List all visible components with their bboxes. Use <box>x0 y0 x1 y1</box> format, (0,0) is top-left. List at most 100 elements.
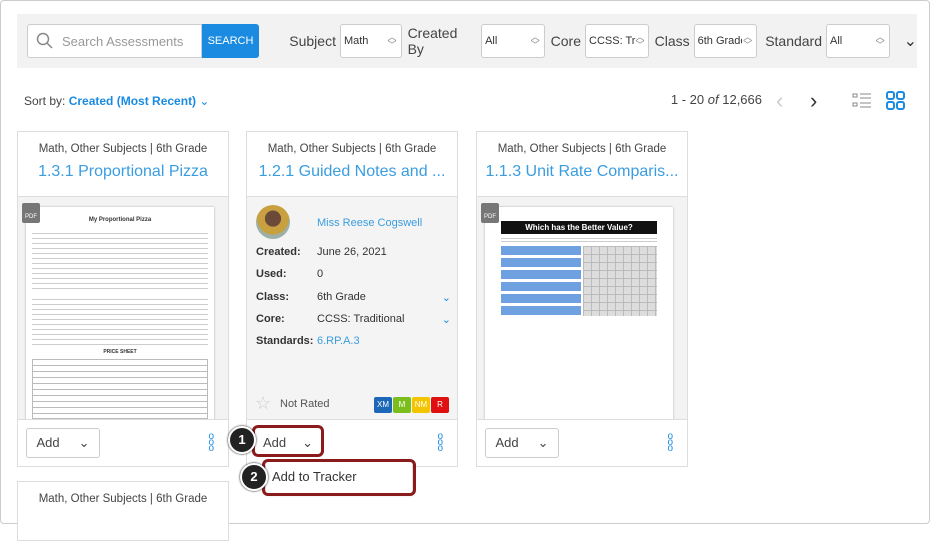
doc-table <box>501 246 581 316</box>
document-thumbnail[interactable]: PDF My Proportional Pizza PRICE SHEET <box>18 196 228 420</box>
subject-value: Math <box>343 35 369 47</box>
assessment-card: Math, Other Subjects | 6th Grade <box>17 481 229 541</box>
pager-total: 12,666 <box>722 92 762 107</box>
prev-page-icon[interactable]: ‹ <box>776 88 783 114</box>
list-view-icon[interactable] <box>852 92 872 110</box>
doc-title: Which has the Better Value? <box>501 221 657 234</box>
subject-label: Subject <box>289 33 336 49</box>
author-link[interactable]: Miss Reese Cogswell <box>317 217 422 229</box>
subjects: Math, Other Subjects <box>38 493 147 505</box>
class-label: Class <box>654 33 690 49</box>
avatar <box>256 205 290 239</box>
updown-icon: ︿ ﹀ <box>743 32 753 50</box>
card-title[interactable]: 1.2.1 Guided Notes and ... <box>247 163 457 181</box>
badge-xm: XM <box>374 397 392 413</box>
assessment-card: Math, Other Subjects | 6th Grade 1.3.1 P… <box>17 131 229 467</box>
standard-select[interactable]: All ︿ ﹀ <box>826 24 890 58</box>
subject-select[interactable]: Math ︿ ﹀ <box>339 24 402 58</box>
add-label: Add <box>495 435 519 450</box>
pager-range: 1 - 20 <box>670 92 705 107</box>
updown-icon: ︿ ﹀ <box>387 32 397 50</box>
pdf-icon: PDF <box>481 203 499 223</box>
more-options-icon[interactable]: ooo <box>667 431 673 453</box>
document-page: My Proportional Pizza PRICE SHEET <box>26 207 214 419</box>
standard-value: All <box>830 35 843 47</box>
search-placeholder: Search Assessments <box>62 33 184 49</box>
used-value: 0 <box>317 268 324 280</box>
doc-text-lines <box>501 236 657 244</box>
core-select[interactable]: CCSS: Tr ︿ ﹀ <box>585 24 649 58</box>
step-badge: 2 <box>240 463 268 491</box>
doc-grid <box>583 246 657 316</box>
card-footer: Add ⌄ ooo <box>477 419 687 466</box>
sort-label: Sort by: <box>24 94 66 108</box>
add-dropdown-button[interactable]: Add ⌄ <box>485 427 559 458</box>
subjects: Math, Other Subjects <box>497 143 606 155</box>
created-value: June 26, 2021 <box>317 246 387 258</box>
more-options-icon[interactable]: ooo <box>437 431 443 453</box>
standards-label: Standards: <box>256 335 314 347</box>
sort-control[interactable]: Sort by: Created (Most Recent) ⌄ <box>24 94 209 108</box>
search-input[interactable]: Search Assessments <box>27 24 202 58</box>
created-by-label: Created By <box>407 25 458 57</box>
class-select[interactable]: 6th Grade︿﹀ <box>693 24 758 58</box>
doc-table <box>32 359 208 419</box>
document-thumbnail[interactable]: PDF Which has the Better Value? <box>477 196 687 420</box>
created-by-select[interactable]: All ︿ ﹀ <box>481 24 545 58</box>
core-value: CCSS: Tr <box>589 35 636 47</box>
badge-nm: NM <box>412 397 430 413</box>
assessment-card: Math, Other Subjects | 6th Grade 1.2.1 G… <box>246 131 458 467</box>
chevron-down-icon: ⌄ <box>199 94 210 108</box>
doc-title: My Proportional Pizza <box>88 217 152 223</box>
chevron-down-icon[interactable]: ⌄ <box>442 291 451 304</box>
used-label: Used: <box>256 268 287 280</box>
pdf-icon: PDF <box>22 203 40 223</box>
doc-heading: PRICE SHEET <box>103 349 137 355</box>
grade: 6th Grade <box>385 143 437 155</box>
pager-of: of <box>707 92 719 107</box>
grade: 6th Grade <box>615 143 667 155</box>
core-label: Core <box>550 33 582 49</box>
card-meta: Math, Other Subjects | 6th Grade <box>497 143 667 155</box>
core-value: CCSS: Traditional <box>317 313 405 325</box>
callout-highlight-add <box>252 425 324 457</box>
search-button[interactable]: SEARCH <box>201 24 260 58</box>
expand-filters-chevron-icon[interactable]: ⌄ <box>904 31 917 51</box>
card-footer: Add ⌄ ooo <box>18 419 228 466</box>
step-badge: 1 <box>228 426 256 454</box>
rating-text: Not Rated <box>280 398 330 410</box>
star-icon[interactable]: ☆ <box>255 393 271 414</box>
mastery-badges: XM M NM R <box>373 397 449 413</box>
filter-bar: Search Assessments SEARCH Subject Math ︿ ﹀… <box>17 14 917 68</box>
add-label: Add <box>36 435 60 450</box>
document-page: Which has the Better Value? <box>485 207 673 419</box>
grade: 6th Grade <box>156 143 208 155</box>
next-page-icon[interactable]: › <box>810 88 817 114</box>
card-meta: Math, Other Subjects | 6th Grade <box>267 143 437 155</box>
card-title[interactable]: 1.1.3 Unit Rate Comparis... <box>477 163 687 181</box>
doc-text-lines <box>32 295 208 345</box>
grade: 6th Grade <box>156 493 208 505</box>
sort-value[interactable]: Created (Most Recent) <box>69 94 196 108</box>
doc-text-lines <box>32 229 208 289</box>
updown-icon: ︿ ﹀ <box>875 32 885 50</box>
core-label: Core: <box>256 313 285 325</box>
class-value: 6th Grade <box>317 291 366 303</box>
add-dropdown-button[interactable]: Add ⌄ <box>26 427 100 458</box>
callout-highlight-tracker <box>262 459 416 496</box>
standards-link[interactable]: 6.RP.A.3 <box>317 335 360 347</box>
grid-view-icon[interactable] <box>886 91 906 111</box>
pagination-info: 1 - 20 of 12,666 <box>671 92 762 107</box>
more-options-icon[interactable]: ooo <box>208 431 214 453</box>
badge-m: M <box>393 397 411 413</box>
chevron-down-icon[interactable]: ⌄ <box>442 313 451 326</box>
class-label: Class: <box>256 291 290 303</box>
chevron-down-icon: ⌄ <box>78 434 90 450</box>
created-label: Created: <box>256 246 301 258</box>
class-value: 6th Grade <box>697 35 742 47</box>
updown-icon: ︿ ﹀ <box>635 32 645 50</box>
created-by-value: All <box>485 35 498 47</box>
standard-label: Standard <box>765 33 823 49</box>
updown-icon: ︿ ﹀ <box>530 32 540 50</box>
card-title[interactable]: 1.3.1 Proportional Pizza <box>18 163 228 181</box>
